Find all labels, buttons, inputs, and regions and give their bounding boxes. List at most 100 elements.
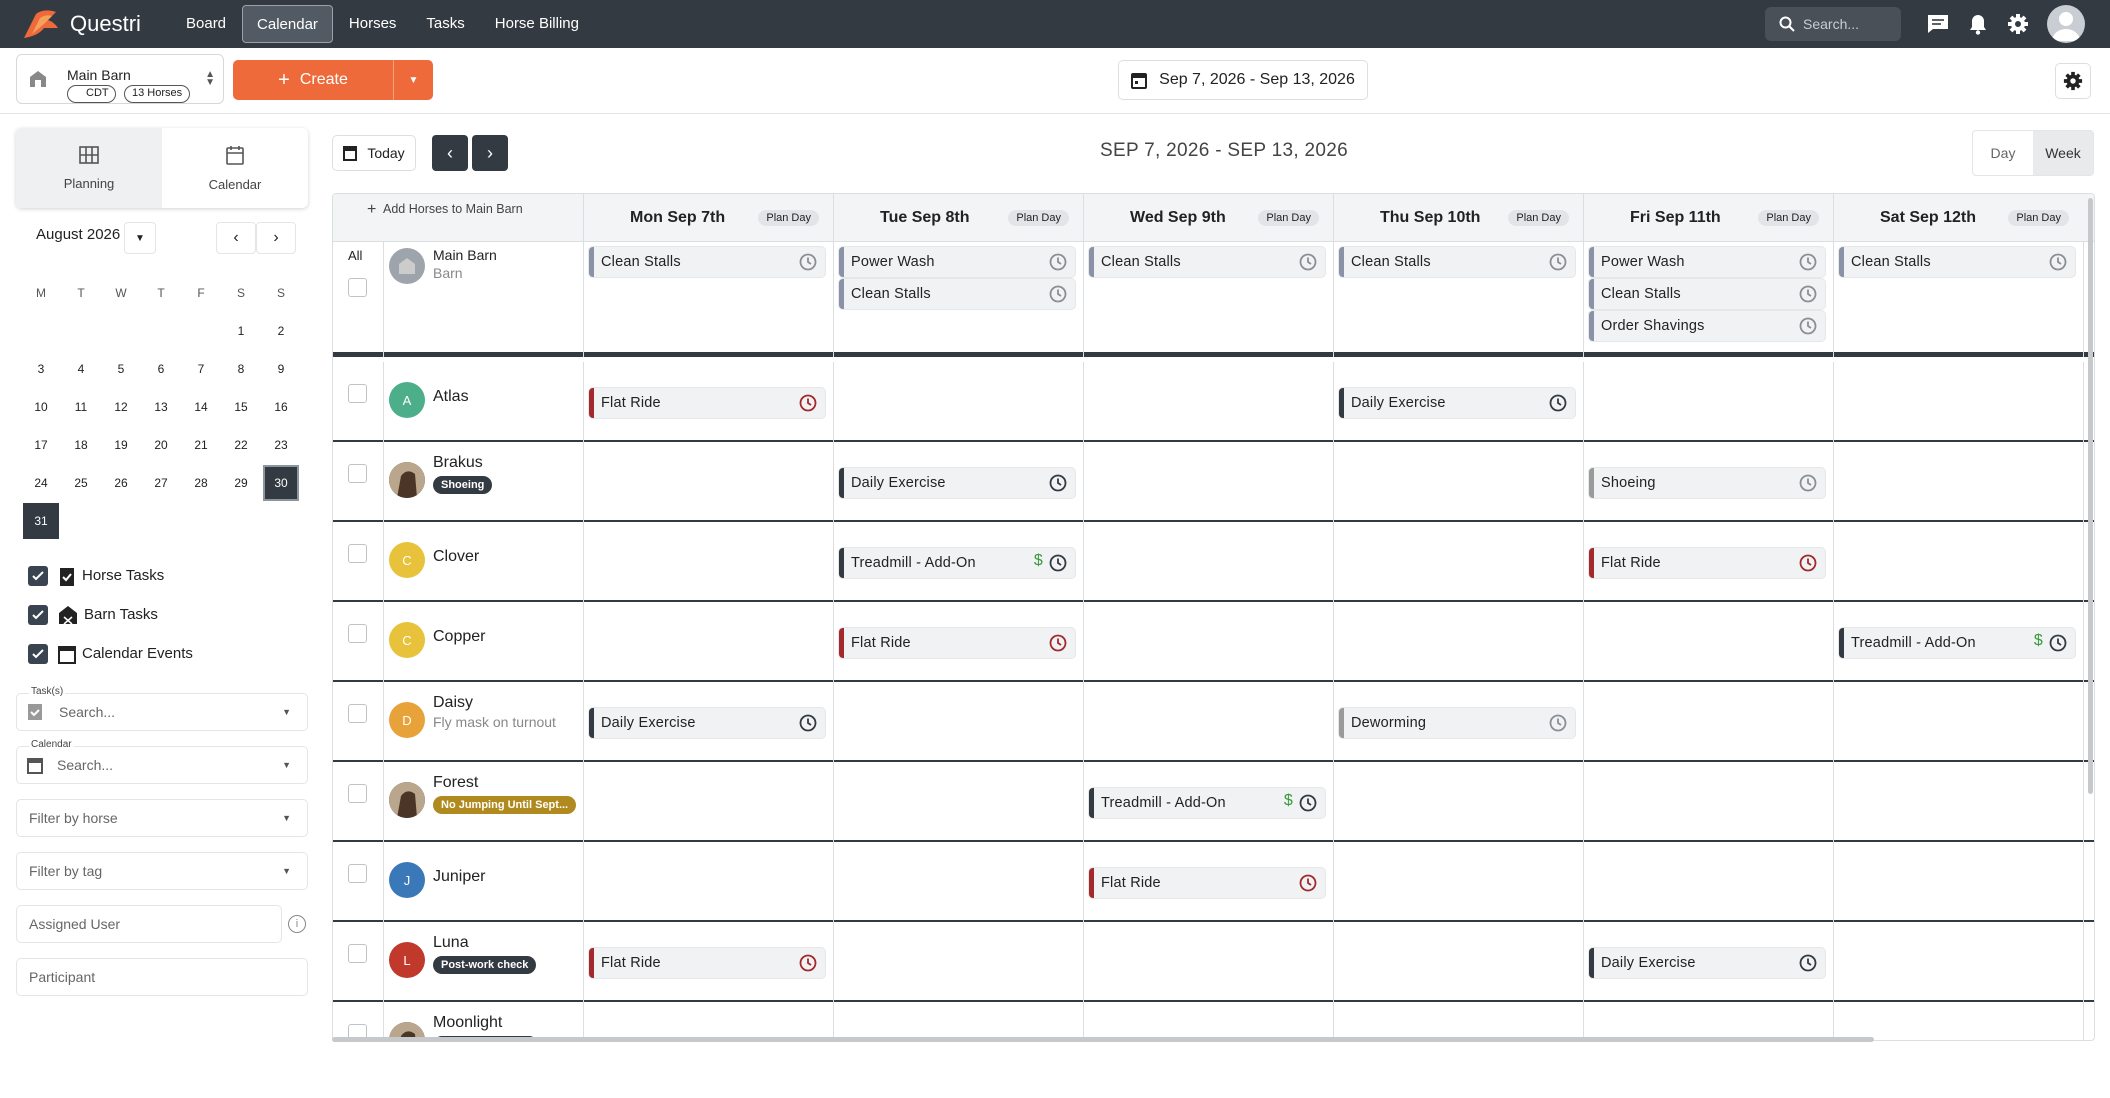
mini-calendar-day[interactable]: 12 [101,388,141,426]
mini-calendar-day[interactable]: 3 [21,350,61,388]
nav-board[interactable]: Board [172,5,240,43]
mini-calendar-day[interactable]: 9 [261,350,301,388]
horse-avatar[interactable]: L [389,942,425,978]
horse-row-checkbox[interactable] [348,704,367,723]
tab-planning[interactable]: Planning [16,128,162,208]
horizontal-scrollbar[interactable] [332,1037,1874,1042]
clock-icon[interactable] [799,714,817,736]
calendar-search-field[interactable]: Calendar Search... ▼ [16,739,308,784]
task-card[interactable]: Clean Stalls [1089,247,1325,277]
mini-calendar-day[interactable]: 5 [101,350,141,388]
nav-horse-billing[interactable]: Horse Billing [481,5,593,43]
filter-calendar-events[interactable]: Calendar Events [16,634,308,673]
task-card[interactable]: Treadmill - Add-On $ [839,548,1075,578]
filter-by-horse-select[interactable]: Filter by horse ▼ [16,799,308,837]
month-prev-button[interactable]: ‹ [216,222,256,254]
task-card[interactable]: Flat Ride [1589,548,1825,578]
task-card[interactable]: Treadmill - Add-On $ [1839,628,2075,658]
mini-calendar-day[interactable]: 6 [141,350,181,388]
task-card[interactable]: Daily Exercise [1339,388,1575,418]
clock-icon[interactable] [1799,954,1817,976]
checkbox-checked-icon[interactable] [28,565,48,586]
clock-icon[interactable] [1799,285,1817,307]
mini-calendar-day[interactable]: 23 [261,426,301,464]
task-card[interactable]: Clean Stalls [1339,247,1575,277]
horse-tag-badge[interactable]: No Jumping Until Sept... [433,796,577,814]
search-input[interactable]: Search... [1765,7,1901,41]
clock-icon[interactable] [1799,554,1817,576]
horse-name[interactable]: Moonlight [433,1014,502,1032]
mini-calendar-day[interactable]: 29 [221,464,261,502]
clock-icon[interactable] [1799,317,1817,339]
task-card[interactable]: Deworming [1339,708,1575,738]
horse-name[interactable]: Brakus [433,454,483,472]
mini-calendar-day[interactable]: 4 [61,350,101,388]
task-card[interactable]: Flat Ride [589,388,825,418]
task-card[interactable]: Flat Ride [1089,868,1325,898]
mini-calendar-day[interactable]: 2 [261,312,301,350]
horse-row-checkbox[interactable] [348,544,367,563]
today-button[interactable]: Today [332,135,416,171]
mini-calendar-day[interactable]: 15 [221,388,261,426]
mini-calendar-day[interactable]: 21 [181,426,221,464]
horse-avatar[interactable]: A [389,382,425,418]
task-card[interactable]: Clean Stalls [1589,279,1825,309]
task-card[interactable]: Daily Exercise [589,708,825,738]
mini-calendar-day[interactable]: 8 [221,350,261,388]
filter-by-tag-select[interactable]: Filter by tag ▼ [16,852,308,890]
week-prev-button[interactable]: ‹ [432,135,468,171]
horse-row-checkbox[interactable] [348,864,367,883]
plan-day-button[interactable]: Plan Day [2008,210,2069,226]
horse-avatar[interactable]: C [389,542,425,578]
filter-horse-tasks[interactable]: Horse Tasks [16,556,308,595]
horse-avatar[interactable]: C [389,622,425,658]
task-card[interactable]: Power Wash [839,247,1075,277]
mini-calendar-day[interactable]: 24 [21,464,61,502]
barn-selector[interactable]: Main Barn CDT 13 Horses ▲ ▼ [16,54,224,104]
participant-input[interactable]: Participant [16,958,308,996]
horse-row-checkbox[interactable] [348,784,367,803]
create-dropdown-button[interactable]: ▼ [393,60,433,100]
clock-icon[interactable] [1549,253,1567,275]
mini-calendar-day[interactable]: 17 [21,426,61,464]
create-button[interactable]: + Create [233,60,393,100]
horse-tag-badge[interactable]: Shoeing [433,476,493,494]
gear-icon[interactable] [2005,11,2031,37]
task-card[interactable]: Flat Ride [839,628,1075,658]
plan-day-button[interactable]: Plan Day [1508,210,1569,226]
task-card[interactable]: Shoeing [1589,468,1825,498]
clock-icon[interactable] [1299,874,1317,896]
week-next-button[interactable]: › [472,135,508,171]
tasks-search-field[interactable]: Task(s) Search... ▼ [16,686,308,731]
mini-calendar-day[interactable]: 11 [61,388,101,426]
horse-name[interactable]: Daisy [433,694,473,712]
horse-tag-badge[interactable]: Post-work check [433,956,537,974]
clock-icon[interactable] [1549,394,1567,416]
vertical-scrollbar[interactable] [2088,198,2093,794]
task-card[interactable]: Power Wash [1589,247,1825,277]
clock-icon[interactable] [1299,794,1317,816]
user-avatar[interactable] [2047,5,2085,43]
mini-calendar-day[interactable]: 18 [61,426,101,464]
info-icon[interactable]: i [288,915,306,933]
task-card[interactable]: Clean Stalls [839,279,1075,309]
mini-calendar-day[interactable]: 1 [221,312,261,350]
task-card[interactable]: Treadmill - Add-On $ [1089,788,1325,818]
mini-calendar-day[interactable]: 26 [101,464,141,502]
horse-name[interactable]: Clover [433,548,479,566]
horse-row-checkbox[interactable] [348,624,367,643]
clock-icon[interactable] [1049,474,1067,496]
horse-avatar[interactable]: J [389,862,425,898]
mini-calendar-day[interactable]: 20 [141,426,181,464]
month-next-button[interactable]: › [256,222,296,254]
assigned-user-input[interactable]: Assigned User [16,905,282,943]
clock-icon[interactable] [1049,253,1067,275]
horse-row-checkbox[interactable] [348,384,367,403]
clock-icon[interactable] [1549,714,1567,736]
view-week-button[interactable]: Week [2033,131,2093,175]
plan-day-button[interactable]: Plan Day [1258,210,1319,226]
mini-calendar-day[interactable]: 7 [181,350,221,388]
mini-calendar-day[interactable]: 22 [221,426,261,464]
mini-calendar-day[interactable]: 25 [61,464,101,502]
clock-icon[interactable] [1049,634,1067,656]
